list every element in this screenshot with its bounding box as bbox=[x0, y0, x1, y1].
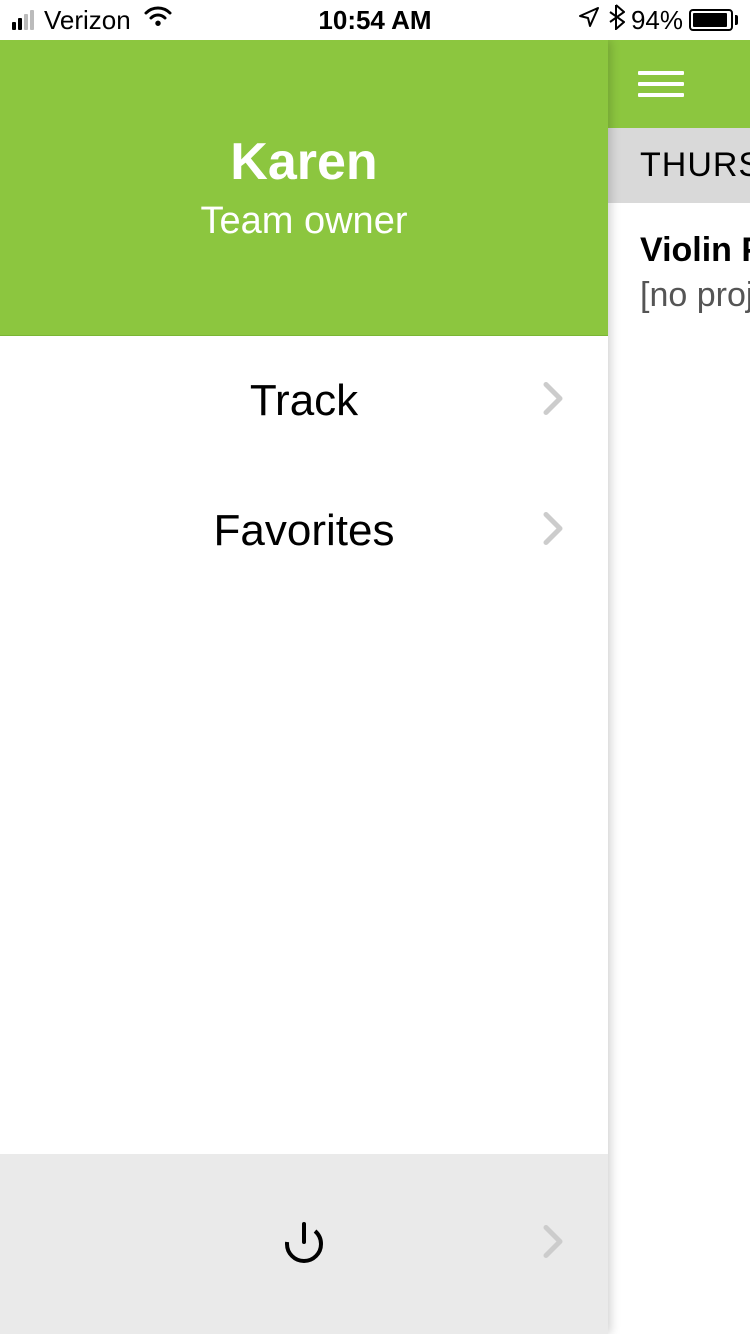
bluetooth-icon bbox=[607, 4, 625, 37]
main-content-underlay: THURS Violin Pr [no proje bbox=[608, 40, 750, 1334]
sidebar-header: Karen Team owner bbox=[0, 40, 608, 336]
user-name: Karen bbox=[230, 132, 377, 192]
power-icon bbox=[280, 1218, 328, 1271]
entry-item[interactable]: Violin Pr [no proje bbox=[608, 203, 750, 315]
wifi-icon bbox=[143, 6, 173, 35]
sidebar-menu: Track Favorites bbox=[0, 336, 608, 1154]
entry-title: Violin Pr bbox=[640, 231, 750, 270]
chevron-right-icon bbox=[542, 511, 564, 552]
carrier-label: Verizon bbox=[44, 5, 131, 36]
location-icon bbox=[577, 5, 601, 36]
day-section-header: THURS bbox=[608, 128, 750, 203]
status-left: Verizon bbox=[12, 5, 173, 36]
signal-strength-icon bbox=[12, 10, 34, 30]
menu-item-track[interactable]: Track bbox=[0, 336, 608, 466]
status-bar: Verizon 10:54 AM 94% bbox=[0, 0, 750, 40]
status-right: 94% bbox=[577, 4, 738, 37]
chevron-right-icon bbox=[542, 1224, 564, 1265]
entry-subtitle: [no proje bbox=[640, 276, 750, 315]
user-role: Team owner bbox=[201, 200, 408, 243]
menu-item-label: Favorites bbox=[214, 506, 395, 556]
status-time: 10:54 AM bbox=[318, 5, 431, 36]
battery-percentage: 94% bbox=[631, 5, 683, 36]
menu-item-favorites[interactable]: Favorites bbox=[0, 466, 608, 596]
sidebar-footer-logout[interactable] bbox=[0, 1154, 608, 1334]
hamburger-menu-icon[interactable] bbox=[638, 71, 684, 97]
battery-icon bbox=[689, 9, 738, 31]
sidebar-drawer: Karen Team owner Track Favorites bbox=[0, 40, 608, 1334]
menu-item-label: Track bbox=[250, 376, 358, 426]
chevron-right-icon bbox=[542, 381, 564, 422]
main-header bbox=[608, 40, 750, 128]
